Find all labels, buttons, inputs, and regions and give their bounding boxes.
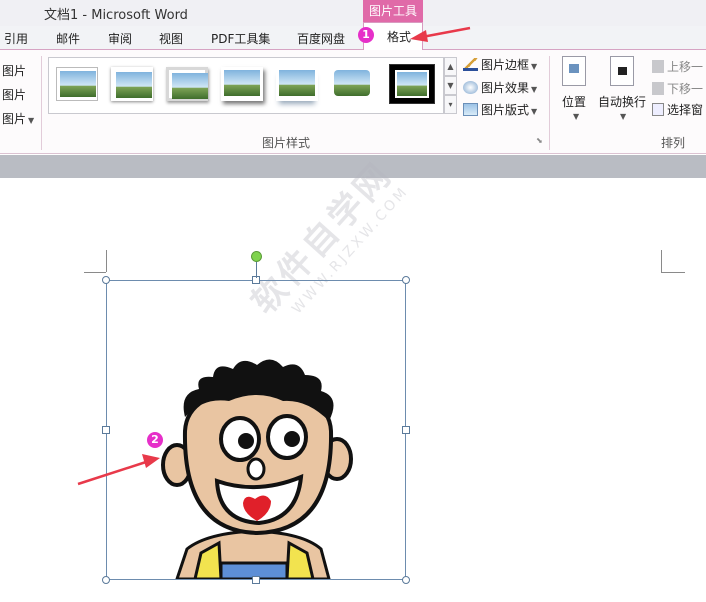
ribbon-tab-bar: 引用 邮件 审阅 视图 PDF工具集 百度网盘 [0,26,706,50]
annotation-badge-2: 2 [147,432,163,448]
margin-mark [661,250,662,272]
resize-handle-right[interactable] [402,426,410,434]
ribbon-separator [41,56,42,150]
resize-handle-top-left[interactable] [102,276,110,284]
left-group-item-2[interactable]: 图片 [2,86,26,103]
arrange-group-label: 排列 [661,136,686,150]
send-backward-button[interactable]: 下移一 [652,80,703,97]
picture-border-button[interactable]: 图片边框 ▼ [463,56,537,73]
resize-handle-bottom-right[interactable] [402,576,410,584]
left-group-item-1[interactable]: 图片 [2,62,26,79]
selection-pane-button[interactable]: 选择窗 [652,101,703,118]
dialog-launcher-icon[interactable]: ⬊ [536,136,543,145]
effects-icon [463,81,478,94]
pencil-icon [463,58,478,71]
bring-forward-icon [652,60,664,73]
tab-references[interactable]: 引用 [4,30,28,47]
annotation-arrow-2 [77,454,160,486]
resize-handle-bottom-left[interactable] [102,576,110,584]
style-thumbnail[interactable] [276,67,318,101]
bring-forward-button[interactable]: 上移一 [652,58,703,75]
annotation-arrow-1 [410,26,471,42]
resize-handle-left[interactable] [102,426,110,434]
resize-handle-top-right[interactable] [402,276,410,284]
style-thumbnail-selected[interactable] [389,64,435,104]
margin-mark [106,250,107,272]
picture-layout-button[interactable]: 图片版式 ▼ [463,101,537,118]
margin-mark [84,272,106,273]
cartoon-boy-picture[interactable] [107,281,405,579]
position-icon[interactable] [562,56,586,86]
style-thumbnail[interactable] [221,67,263,101]
chevron-down-icon: ▼ [620,112,627,121]
chevron-down-icon: ▼ [531,85,538,94]
picture-tools-context-label: 图片工具 [363,0,423,22]
send-backward-icon [652,82,664,95]
selection-pane-icon [652,103,664,116]
chevron-down-icon: ▼ [531,62,538,71]
gallery-down-icon[interactable]: ▼ [444,76,457,95]
gallery-more-icon[interactable]: ▾ [444,95,457,114]
picture-effects-button[interactable]: 图片效果 ▼ [463,79,537,96]
ribbon-separator [549,56,550,150]
chevron-down-icon: ▼ [573,112,580,121]
wrap-text-button[interactable]: 自动换行 [598,93,646,110]
tab-pdf-tools[interactable]: PDF工具集 [211,30,270,47]
style-thumbnail[interactable] [56,67,98,101]
style-thumbnail[interactable] [331,67,373,101]
picture-styles-group-label: 图片样式 [262,136,311,150]
style-thumbnail[interactable] [111,67,153,101]
picture-style-gallery [48,57,444,114]
gallery-up-icon[interactable]: ▲ [444,57,457,76]
tab-baidu-netdisk[interactable]: 百度网盘 [297,30,345,47]
layout-icon [463,103,478,116]
chevron-down-icon: ▼ [28,116,35,125]
rotate-handle[interactable] [251,251,262,262]
annotation-badge-1: 1 [358,27,374,43]
tab-review[interactable]: 审阅 [108,30,132,47]
ribbon: 图片 图片 图片 ▼ ▲ ▼ ▾ 图片边框 ▼ 图片效果 ▼ 图片版式 ▼ 图片样式 ⬊… [0,50,706,154]
tab-view[interactable]: 视图 [159,30,183,47]
position-button[interactable]: 位置 [562,93,586,110]
resize-handle-bottom[interactable] [252,576,260,584]
margin-mark [661,272,685,273]
left-group-item-3[interactable]: 图片 ▼ [2,110,34,127]
wrap-text-icon[interactable] [610,56,634,86]
window-title: 文档1 - Microsoft Word [44,8,188,23]
style-thumbnail[interactable] [166,67,208,101]
chevron-down-icon: ▼ [531,107,538,116]
tab-mailings[interactable]: 邮件 [56,30,80,47]
